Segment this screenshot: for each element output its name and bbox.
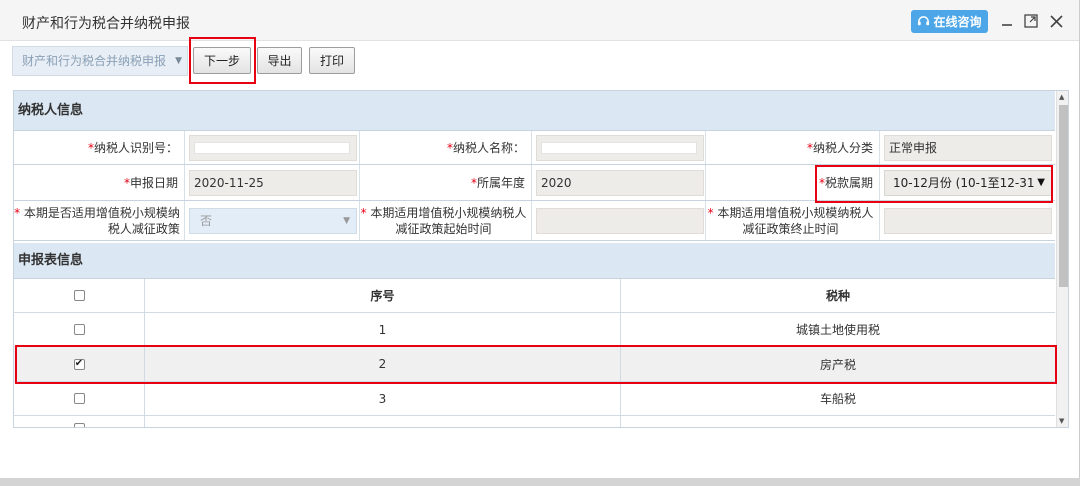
policy-end-field[interactable] bbox=[884, 207, 1052, 234]
row-checkbox-checked[interactable]: ✔ bbox=[73, 358, 85, 370]
tax-year-field[interactable]: 2020 bbox=[536, 169, 704, 196]
row-tax: 城镇土地使用税 bbox=[795, 323, 880, 337]
declaration-date-label: * 申报日期 bbox=[14, 165, 185, 200]
policy-start-label-line1: 本期适用增值税小规模纳税人 bbox=[370, 205, 527, 220]
policy-start-label: * 本期适用增值税小规模纳税人 减征政策起始时间 bbox=[360, 201, 532, 240]
select-all-cell bbox=[14, 279, 145, 312]
small-scale-policy-label-line2: 税人减征政策 bbox=[107, 221, 180, 236]
row-tax: 车船税 bbox=[819, 392, 856, 406]
dropdown-arrow-icon: ▼ bbox=[343, 215, 350, 226]
taxpayer-row-3: * 本期是否适用增值税小规模纳 税人减征政策 否 ▼ * 本期适用增值税小规模纳… bbox=[14, 201, 1055, 241]
print-button[interactable]: 打印 bbox=[309, 47, 355, 74]
col-header-tax: 税种 bbox=[825, 289, 850, 303]
taxpayer-row-1: * 纳税人识别号： * 纳税人名称： * 纳税人分类 正常申报 bbox=[14, 131, 1055, 165]
declaration-window: 财产和行为税合并纳税申报 在线咨询 财产和行为税合并纳税申报 ▼ 下一步 导出 … bbox=[0, 0, 1080, 478]
tax-period-cell: 10-12月份 (10-1至12-31 ▼ bbox=[880, 165, 1055, 200]
policy-end-label-line1: 本期适用增值税小规模纳税人 bbox=[717, 205, 874, 220]
taxpayer-category-label-text: 纳税人分类 bbox=[812, 141, 873, 155]
row-tax-partial bbox=[621, 416, 1055, 427]
taxpayer-id-cell bbox=[185, 131, 360, 164]
minimize-icon[interactable] bbox=[998, 12, 1016, 30]
small-scale-policy-value: 否 bbox=[200, 214, 213, 228]
taxpayer-id-label: * 纳税人识别号： bbox=[14, 131, 185, 164]
taxpayer-id-label-text: 纳税人识别号： bbox=[93, 141, 178, 155]
dropdown-arrow-icon: ▼ bbox=[1037, 177, 1045, 188]
declaration-section-title: 申报表信息 bbox=[14, 243, 1055, 279]
tax-period-value: 10-12月份 (10-1至12-31 bbox=[893, 176, 1035, 190]
col-header-no: 序号 bbox=[145, 279, 621, 312]
window-title: 财产和行为税合并纳税申报 bbox=[22, 16, 190, 32]
tax-period-select[interactable]: 10-12月份 (10-1至12-31 ▼ bbox=[884, 169, 1052, 196]
row-no: 1 bbox=[145, 313, 621, 346]
table-row[interactable]: 1 城镇土地使用税 bbox=[14, 313, 1055, 347]
policy-end-label-line2: 减征政策终止时间 bbox=[742, 221, 839, 236]
policy-start-label-line2: 减征政策起始时间 bbox=[395, 221, 492, 236]
tax-year-label: * 所属年度 bbox=[360, 165, 532, 200]
taxpayer-category-field[interactable]: 正常申报 bbox=[884, 134, 1052, 161]
form-type-select[interactable]: 财产和行为税合并纳税申报 ▼ bbox=[12, 46, 188, 76]
table-row[interactable]: 3 车船税 bbox=[14, 382, 1055, 416]
taxpayer-row-2: * 申报日期 2020-11-25 * 所属年度 2020 * 税款属期 10-12月… bbox=[14, 165, 1055, 201]
taxpayer-name-cell bbox=[532, 131, 706, 164]
taxpayer-id-value bbox=[194, 141, 350, 154]
taxpayer-section-title: 纳税人信息 bbox=[14, 91, 1055, 131]
taxpayer-category-label: * 纳税人分类 bbox=[706, 131, 880, 164]
close-icon[interactable] bbox=[1047, 12, 1065, 30]
background-window-strip bbox=[0, 478, 1080, 486]
small-scale-policy-label: * 本期是否适用增值税小规模纳 税人减征政策 bbox=[14, 201, 185, 240]
small-scale-policy-select[interactable]: 否 ▼ bbox=[189, 207, 357, 234]
tax-period-label: * 税款属期 bbox=[706, 165, 880, 200]
row-no-partial bbox=[145, 416, 621, 427]
row-checkbox[interactable] bbox=[73, 393, 85, 404]
toolbar: 财产和行为税合并纳税申报 ▼ 下一步 导出 打印 bbox=[0, 42, 1080, 80]
headset-icon bbox=[918, 16, 930, 26]
taxpayer-name-label: * 纳税人名称： bbox=[360, 131, 532, 164]
small-scale-policy-label-line1: 本期是否适用增值税小规模纳 bbox=[23, 205, 180, 220]
row-no: 3 bbox=[145, 382, 621, 415]
scroll-thumb[interactable] bbox=[1059, 105, 1068, 287]
row-checkbox-cell bbox=[14, 416, 145, 427]
declaration-date-field[interactable]: 2020-11-25 bbox=[189, 169, 357, 196]
online-consult-label: 在线咨询 bbox=[933, 15, 982, 29]
taxpayer-name-value bbox=[541, 141, 697, 154]
declaration-table-header: 序号 税种 bbox=[14, 279, 1055, 313]
form-content: 纳税人信息 * 纳税人识别号： * 纳税人名称： * 纳税人分类 正常申报 * 申报日期… bbox=[13, 90, 1069, 428]
select-all-checkbox[interactable] bbox=[73, 290, 85, 301]
tax-period-label-text: 税款属期 bbox=[824, 176, 873, 190]
row-no: 2 bbox=[145, 347, 621, 381]
form-type-value: 财产和行为税合并纳税申报 bbox=[22, 54, 167, 68]
maximize-icon[interactable] bbox=[1022, 12, 1040, 30]
row-checkbox-cell bbox=[14, 382, 145, 415]
scroll-up-icon[interactable]: ▲ bbox=[1059, 93, 1064, 101]
online-consult-button[interactable]: 在线咨询 bbox=[911, 10, 988, 33]
taxpayer-name-label-text: 纳税人名称： bbox=[452, 141, 525, 155]
row-checkbox-cell bbox=[14, 313, 145, 346]
declaration-date-label-text: 申报日期 bbox=[129, 176, 178, 190]
tax-year-cell: 2020 bbox=[532, 165, 706, 200]
tax-year-label-text: 所属年度 bbox=[476, 176, 525, 190]
next-step-button[interactable]: 下一步 bbox=[193, 47, 251, 74]
policy-end-cell bbox=[880, 201, 1055, 240]
policy-start-field[interactable] bbox=[536, 207, 704, 234]
policy-start-cell bbox=[532, 201, 706, 240]
row-tax: 房产税 bbox=[819, 357, 856, 372]
policy-end-label: * 本期适用增值税小规模纳税人 减征政策终止时间 bbox=[706, 201, 880, 240]
table-row[interactable]: ✔ 2 房产税 bbox=[14, 347, 1055, 382]
declaration-date-cell: 2020-11-25 bbox=[185, 165, 360, 200]
scroll-down-icon[interactable]: ▼ bbox=[1059, 417, 1064, 425]
title-bar: 财产和行为税合并纳税申报 在线咨询 bbox=[0, 0, 1079, 41]
row-checkbox[interactable] bbox=[73, 423, 85, 427]
row-checkbox[interactable] bbox=[73, 324, 85, 335]
taxpayer-category-cell: 正常申报 bbox=[880, 131, 1055, 164]
row-checkbox-cell: ✔ bbox=[14, 347, 145, 381]
taxpayer-id-field[interactable] bbox=[189, 134, 357, 161]
table-row-partial bbox=[14, 416, 1055, 427]
small-scale-policy-cell: 否 ▼ bbox=[185, 201, 360, 240]
dropdown-arrow-icon: ▼ bbox=[175, 56, 182, 66]
export-button[interactable]: 导出 bbox=[257, 47, 302, 74]
taxpayer-name-field[interactable] bbox=[536, 134, 704, 161]
vertical-scrollbar[interactable]: ▲ ▼ bbox=[1056, 91, 1068, 427]
